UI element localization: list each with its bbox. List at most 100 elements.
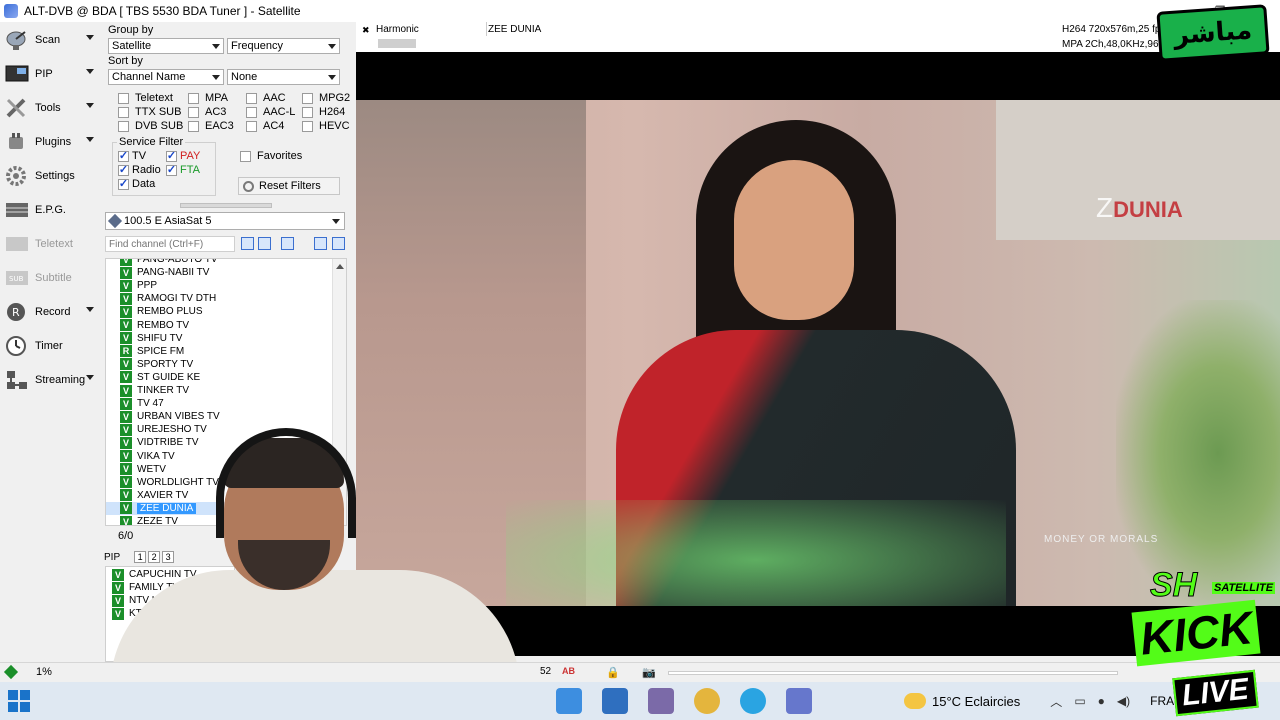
filter-icon[interactable] — [258, 237, 271, 250]
channel-row[interactable]: V ST GUIDE KE — [106, 371, 330, 384]
camera-icon[interactable]: 📷 — [642, 666, 656, 679]
favorites-checkbox[interactable]: Favorites — [240, 150, 302, 162]
subtitle-icon: SUB — [4, 266, 30, 290]
menu-item-streaming[interactable]: Streaming — [4, 366, 98, 394]
menu-item-plugins[interactable]: Plugins — [4, 128, 98, 156]
menu-item-tools[interactable]: Tools — [4, 94, 98, 122]
chevron-down-icon — [328, 44, 336, 49]
main-menu: Scan PIP Tools Plugins Settings E.P.G. T… — [0, 22, 100, 662]
status-bar: 1% 52 AB 🔒 📷 — [0, 662, 1280, 682]
audio-format-info: MPA 2Ch,48,0KHz,96 — [1062, 39, 1159, 50]
svg-text:R: R — [12, 306, 20, 319]
checkbox-hevc[interactable]: HEVC — [302, 120, 350, 132]
checkbox-h264[interactable]: H264 — [302, 106, 345, 118]
sort-by-select[interactable]: Channel Name — [108, 69, 224, 85]
chevron-down-icon — [332, 219, 340, 224]
chevron-down-icon — [212, 44, 220, 49]
menu-item-subtitle[interactable]: SUB Subtitle — [4, 264, 98, 292]
list-view-icon[interactable] — [241, 237, 254, 250]
service-checkbox-radio[interactable]: ✓ Radio — [118, 164, 161, 176]
window-title: ALT-DVB @ BDA [ TBS 5530 BDA Tuner ] - S… — [24, 4, 301, 18]
checkbox-mpg2[interactable]: MPG2 — [302, 92, 350, 104]
satellite-select[interactable]: 100.5 E AsiaSat 5 — [105, 212, 345, 230]
status-number: 52 — [540, 666, 552, 677]
channel-row[interactable]: V PANG-ABUTO TV — [106, 259, 330, 266]
video-mark-icon: V — [120, 319, 132, 331]
chevron-down-icon — [212, 75, 220, 80]
menu-item-pip[interactable]: PIP — [4, 60, 98, 88]
seek-bar[interactable] — [668, 671, 1118, 675]
video-format-info: H264 720x576m,25 fps — [1062, 24, 1166, 35]
channel-row[interactable]: V PPP — [106, 279, 330, 292]
record-icon: R — [4, 300, 30, 324]
group-by-secondary-select[interactable]: Frequency — [227, 38, 340, 54]
channel-row[interactable]: V TINKER TV — [106, 384, 330, 397]
lock-icon[interactable]: 🔒 — [606, 666, 620, 679]
menu-item-settings[interactable]: Settings — [4, 162, 98, 190]
alt-dvb-window: ALT-DVB @ BDA [ TBS 5530 BDA Tuner ] - S… — [0, 0, 1280, 720]
scroll-up-icon[interactable] — [336, 264, 344, 269]
channel-row[interactable]: V PANG-NABII TV — [106, 266, 330, 279]
panel-splitter[interactable] — [180, 203, 272, 208]
channel-row[interactable]: V SPORTY TV — [106, 358, 330, 371]
find-channel-input[interactable] — [105, 236, 235, 252]
checkbox-dvb-sub[interactable]: DVB SUB — [118, 120, 183, 132]
gear-icon — [4, 164, 30, 188]
menu-item-timer[interactable]: Timer — [4, 332, 98, 360]
service-checkbox-data[interactable]: ✓ Data — [118, 178, 155, 190]
service-checkbox-fta[interactable]: ✓ FTA — [166, 164, 200, 176]
menu-item-record[interactable]: R Record — [4, 298, 98, 326]
checkbox-eac3[interactable]: EAC3 — [188, 120, 234, 132]
menu-item-scan[interactable]: Scan — [4, 26, 98, 54]
pip-screen-icon — [4, 62, 30, 86]
network-tray-icon[interactable]: ▭ — [1074, 694, 1085, 708]
video-mark-icon: V — [120, 358, 132, 371]
chevron-down-icon — [86, 137, 94, 142]
taskbar-app-icon[interactable] — [648, 688, 674, 714]
sort-by-secondary-select[interactable]: None — [227, 69, 340, 85]
checkbox-ac4[interactable]: AC4 — [246, 120, 284, 132]
group-by-select[interactable]: Satellite — [108, 38, 224, 54]
pin-icon[interactable]: ✖ — [362, 25, 370, 36]
channel-row[interactable]: V SHIFU TV — [106, 332, 330, 345]
alt-dvb-taskbar-icon[interactable] — [786, 688, 812, 714]
calculator-icon[interactable] — [602, 688, 628, 714]
video-mark-icon: V — [120, 266, 132, 279]
channel-row[interactable]: V REMBO TV — [106, 319, 330, 332]
taskbar-app-icon[interactable] — [556, 688, 582, 714]
chrome-icon[interactable] — [694, 688, 720, 714]
video-mark-icon: V — [120, 371, 132, 384]
sort-icon[interactable] — [314, 237, 327, 250]
jump-icon[interactable] — [332, 237, 345, 250]
telegram-icon[interactable] — [740, 688, 766, 714]
reset-filters-button[interactable]: Reset Filters — [238, 177, 340, 195]
checkbox-ttx-sub[interactable]: TTX SUB — [118, 106, 181, 118]
checkbox-aac-l[interactable]: AAC-L — [246, 106, 295, 118]
menu-item-epg[interactable]: E.P.G. — [4, 196, 98, 224]
microphone-icon[interactable]: ● — [1098, 694, 1105, 708]
checkbox-ac3[interactable]: AC3 — [188, 106, 226, 118]
channel-row[interactable]: V TV 47 — [106, 397, 330, 410]
channel-row[interactable]: R SPICE FM — [106, 345, 330, 358]
find-row — [105, 236, 345, 252]
headset — [216, 428, 356, 538]
refresh-icon[interactable] — [281, 237, 294, 250]
service-checkbox-tv[interactable]: ✓ TV — [118, 150, 146, 162]
checkbox-aac[interactable]: AAC — [246, 92, 286, 104]
start-button[interactable] — [8, 690, 30, 712]
service-checkbox-pay[interactable]: ✓ PAY — [166, 150, 200, 162]
plugins-icon — [4, 130, 30, 154]
channel-row[interactable]: V RAMOGI TV DTH — [106, 292, 330, 305]
chevron-up-icon[interactable]: ︿ — [1050, 693, 1062, 710]
menu-item-teletext[interactable]: Teletext — [4, 230, 98, 258]
group-by-label: Group by — [108, 24, 154, 36]
app-icon — [4, 4, 18, 18]
checkbox-teletext[interactable]: Teletext — [118, 92, 173, 104]
weather-text[interactable]: 15°C Eclaircies — [932, 694, 1020, 709]
ab-icon[interactable]: AB — [562, 666, 575, 676]
signal-bar — [378, 39, 416, 48]
satellite-dish-icon — [4, 28, 30, 52]
network-icon — [4, 368, 30, 392]
checkbox-mpa[interactable]: MPA — [188, 92, 228, 104]
channel-row[interactable]: V REMBO PLUS — [106, 305, 330, 318]
